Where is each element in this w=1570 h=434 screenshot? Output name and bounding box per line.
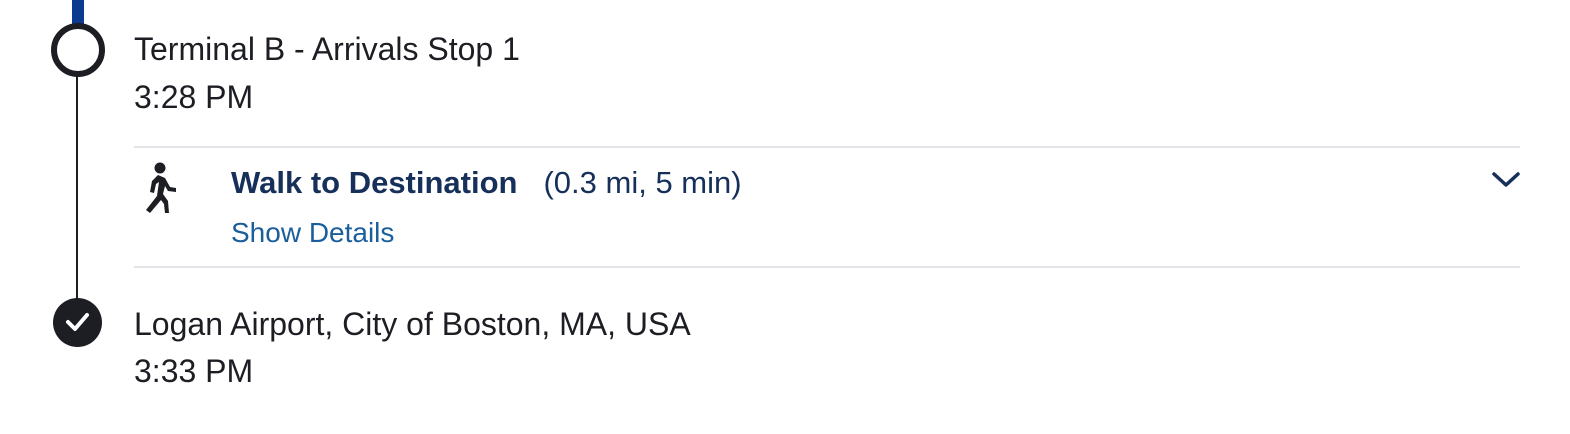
- walk-leg-mode-label: Walk to Destination: [231, 165, 518, 200]
- walk-route-line: [76, 70, 78, 304]
- stop-time-origin: 3:28 PM: [134, 79, 254, 115]
- walking-person-icon: [138, 162, 182, 214]
- stop-name-origin: Terminal B - Arrivals Stop 1: [134, 31, 520, 67]
- divider-bottom: [134, 266, 1520, 268]
- walk-leg-summary: (0.3 mi, 5 min): [543, 165, 742, 200]
- check-circle-icon: [53, 298, 102, 347]
- stop-marker-open-icon: [51, 23, 105, 77]
- stop-name-destination: Logan Airport, City of Boston, MA, USA: [134, 306, 691, 342]
- divider-top: [134, 146, 1520, 148]
- walk-leg-title: Walk to Destination (0.3 mi, 5 min): [231, 163, 742, 203]
- transit-route-line: [72, 0, 84, 24]
- stop-time-destination: 3:33 PM: [134, 353, 254, 389]
- show-details-link[interactable]: Show Details: [231, 215, 394, 251]
- chevron-down-icon[interactable]: [1490, 167, 1522, 191]
